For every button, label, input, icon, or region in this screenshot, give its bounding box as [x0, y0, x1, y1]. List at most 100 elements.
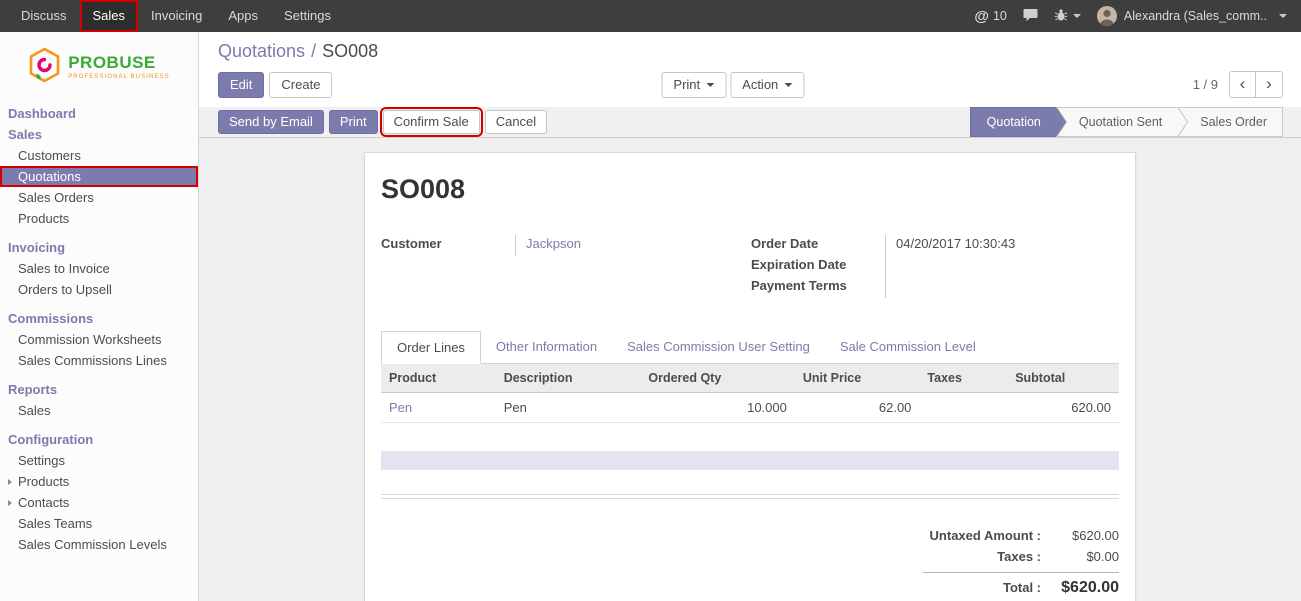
- table-row[interactable]: Pen Pen 10.000 62.00 620.00: [381, 393, 1119, 423]
- sidebar-item-orders-to-upsell[interactable]: Orders to Upsell: [0, 279, 198, 300]
- avatar: [1097, 6, 1117, 26]
- print-button[interactable]: Print: [329, 110, 378, 134]
- payment-terms-field: Payment Terms: [751, 277, 1119, 298]
- action-dropdowns: Print Action: [661, 72, 804, 98]
- sidebar-item-label: Products: [18, 474, 69, 489]
- app-menu: Discuss Sales Invoicing Apps Settings: [0, 0, 344, 32]
- cell-ordered-qty: 10.000: [640, 393, 795, 423]
- menu-discuss[interactable]: Discuss: [8, 0, 80, 32]
- sidebar-item-config-products[interactable]: Products: [0, 471, 198, 492]
- breadcrumb-separator: /: [311, 41, 316, 61]
- menu-settings[interactable]: Settings: [271, 0, 344, 32]
- send-by-email-button[interactable]: Send by Email: [218, 110, 324, 134]
- totals-block: Untaxed Amount : $620.00 Taxes : $0.00 T…: [923, 525, 1119, 600]
- col-subtotal[interactable]: Subtotal: [1007, 364, 1119, 393]
- taxes-label: Taxes :: [923, 549, 1041, 564]
- menu-sales[interactable]: Sales: [80, 0, 139, 32]
- chevron-down-icon: [1073, 14, 1081, 18]
- sidebar-item-sales-orders[interactable]: Sales Orders: [0, 187, 198, 208]
- pager-value: 1 / 9: [1193, 77, 1218, 92]
- pager-previous-button[interactable]: ‹: [1229, 71, 1256, 98]
- expiration-date-field: Expiration Date: [751, 256, 1119, 277]
- sidebar-item-sales-to-invoice[interactable]: Sales to Invoice: [0, 258, 198, 279]
- sidebar-item-reports-sales[interactable]: Sales: [0, 400, 198, 421]
- sidebar-heading-dashboard[interactable]: Dashboard: [0, 103, 198, 124]
- table-header-row: Product Description Ordered Qty Unit Pri…: [381, 364, 1119, 393]
- activity-menu[interactable]: @ 10: [974, 9, 1007, 24]
- sidebar-item-sales-commission-levels[interactable]: Sales Commission Levels: [0, 534, 198, 555]
- sidebar-item-sales-commissions-lines[interactable]: Sales Commissions Lines: [0, 350, 198, 371]
- confirm-sale-button[interactable]: Confirm Sale: [383, 110, 480, 134]
- field-groups: Customer Jackpson Order Date 04/20/2017 …: [381, 235, 1119, 298]
- tab-other-information[interactable]: Other Information: [481, 331, 612, 364]
- activity-count: 10: [993, 9, 1007, 23]
- control-panel: Quotations/SO008 Edit Create Print Actio…: [199, 32, 1301, 107]
- tab-sale-commission-level[interactable]: Sale Commission Level: [825, 331, 991, 364]
- action-dropdown-button[interactable]: Action: [730, 72, 804, 98]
- sidebar-item-quotations[interactable]: Quotations: [0, 166, 198, 187]
- total-label: Total :: [923, 580, 1041, 595]
- customer-group: Customer Jackpson: [381, 235, 751, 298]
- probuse-logo-icon: [28, 47, 61, 86]
- expand-caret-icon: [8, 479, 12, 485]
- untaxed-amount-row: Untaxed Amount : $620.00: [923, 525, 1119, 546]
- expiration-date-label: Expiration Date: [751, 256, 885, 277]
- control-buttons-row: Edit Create Print Action 1 / 9 ‹ ›: [199, 63, 1301, 107]
- menu-apps[interactable]: Apps: [215, 0, 271, 32]
- top-navbar: Discuss Sales Invoicing Apps Settings @ …: [0, 0, 1301, 32]
- sidebar-heading-commissions[interactable]: Commissions: [0, 308, 198, 329]
- main-area: Quotations / SO008 Edit Create Print Actio…: [199, 32, 1301, 601]
- at-icon: @: [974, 9, 989, 24]
- cell-subtotal: 620.00: [1007, 393, 1119, 423]
- sidebar-item-commission-worksheets[interactable]: Commission Worksheets: [0, 329, 198, 350]
- customer-value-link[interactable]: Jackpson: [526, 236, 581, 251]
- menu-invoicing[interactable]: Invoicing: [138, 0, 215, 32]
- sidebar-item-label: Contacts: [18, 495, 69, 510]
- sidebar-heading-sales[interactable]: Sales: [0, 124, 198, 145]
- expiration-date-value: [885, 256, 1119, 277]
- col-description[interactable]: Description: [496, 364, 641, 393]
- status-quotation[interactable]: Quotation: [970, 107, 1056, 137]
- col-unit-price[interactable]: Unit Price: [795, 364, 920, 393]
- sidebar-item-config-contacts[interactable]: Contacts: [0, 492, 198, 513]
- print-dropdown-button[interactable]: Print: [661, 72, 726, 98]
- status-quotation-sent[interactable]: Quotation Sent: [1056, 107, 1177, 137]
- col-ordered-qty[interactable]: Ordered Qty: [640, 364, 795, 393]
- sidebar-heading-invoicing[interactable]: Invoicing: [0, 237, 198, 258]
- sidebar-item-products[interactable]: Products: [0, 208, 198, 229]
- order-info-group: Order Date 04/20/2017 10:30:43 Expiratio…: [751, 235, 1119, 298]
- cancel-button[interactable]: Cancel: [485, 110, 547, 134]
- payment-terms-value: [885, 277, 1119, 298]
- topbar-systray: @ 10 Alexandra (Sales_comm..: [974, 0, 1301, 32]
- form-view: SO008 Customer Jackpson Order Date 04/20…: [199, 138, 1301, 601]
- messages-menu[interactable]: [1023, 8, 1038, 25]
- sidebar-heading-configuration[interactable]: Configuration: [0, 429, 198, 450]
- product-link[interactable]: Pen: [389, 400, 412, 415]
- sidebar-heading-reports[interactable]: Reports: [0, 379, 198, 400]
- col-product[interactable]: Product: [381, 364, 496, 393]
- sidebar: PROBUSE PROFESSIONAL BUSINESS Dashboard …: [0, 32, 199, 601]
- create-button[interactable]: Create: [269, 72, 332, 98]
- edit-button[interactable]: Edit: [218, 72, 264, 98]
- debug-menu[interactable]: [1054, 8, 1081, 25]
- section-strip: [381, 451, 1119, 470]
- record-title: SO008: [381, 174, 1119, 205]
- user-menu[interactable]: Alexandra (Sales_comm..: [1097, 6, 1287, 26]
- cell-unit-price: 62.00: [795, 393, 920, 423]
- form-sheet: SO008 Customer Jackpson Order Date 04/20…: [364, 152, 1136, 601]
- sidebar-item-settings[interactable]: Settings: [0, 450, 198, 471]
- breadcrumb-quotations[interactable]: Quotations: [218, 41, 305, 61]
- pager-next-button[interactable]: ›: [1256, 71, 1283, 98]
- tab-sales-commission-user-setting[interactable]: Sales Commission User Setting: [612, 331, 825, 364]
- chevron-left-icon: ‹: [1240, 74, 1246, 94]
- status-sales-order[interactable]: Sales Order: [1177, 107, 1283, 137]
- total-row: Total : $620.00: [923, 576, 1119, 600]
- order-date-field: Order Date 04/20/2017 10:30:43: [751, 235, 1119, 256]
- untaxed-amount-value: $620.00: [1055, 528, 1119, 543]
- col-taxes[interactable]: Taxes: [919, 364, 1007, 393]
- tab-order-lines[interactable]: Order Lines: [381, 331, 481, 364]
- app-logo: PROBUSE PROFESSIONAL BUSINESS: [0, 32, 198, 103]
- form-statusbar: Send by Email Print Confirm Sale Cancel …: [199, 107, 1301, 138]
- sidebar-item-customers[interactable]: Customers: [0, 145, 198, 166]
- sidebar-item-sales-teams[interactable]: Sales Teams: [0, 513, 198, 534]
